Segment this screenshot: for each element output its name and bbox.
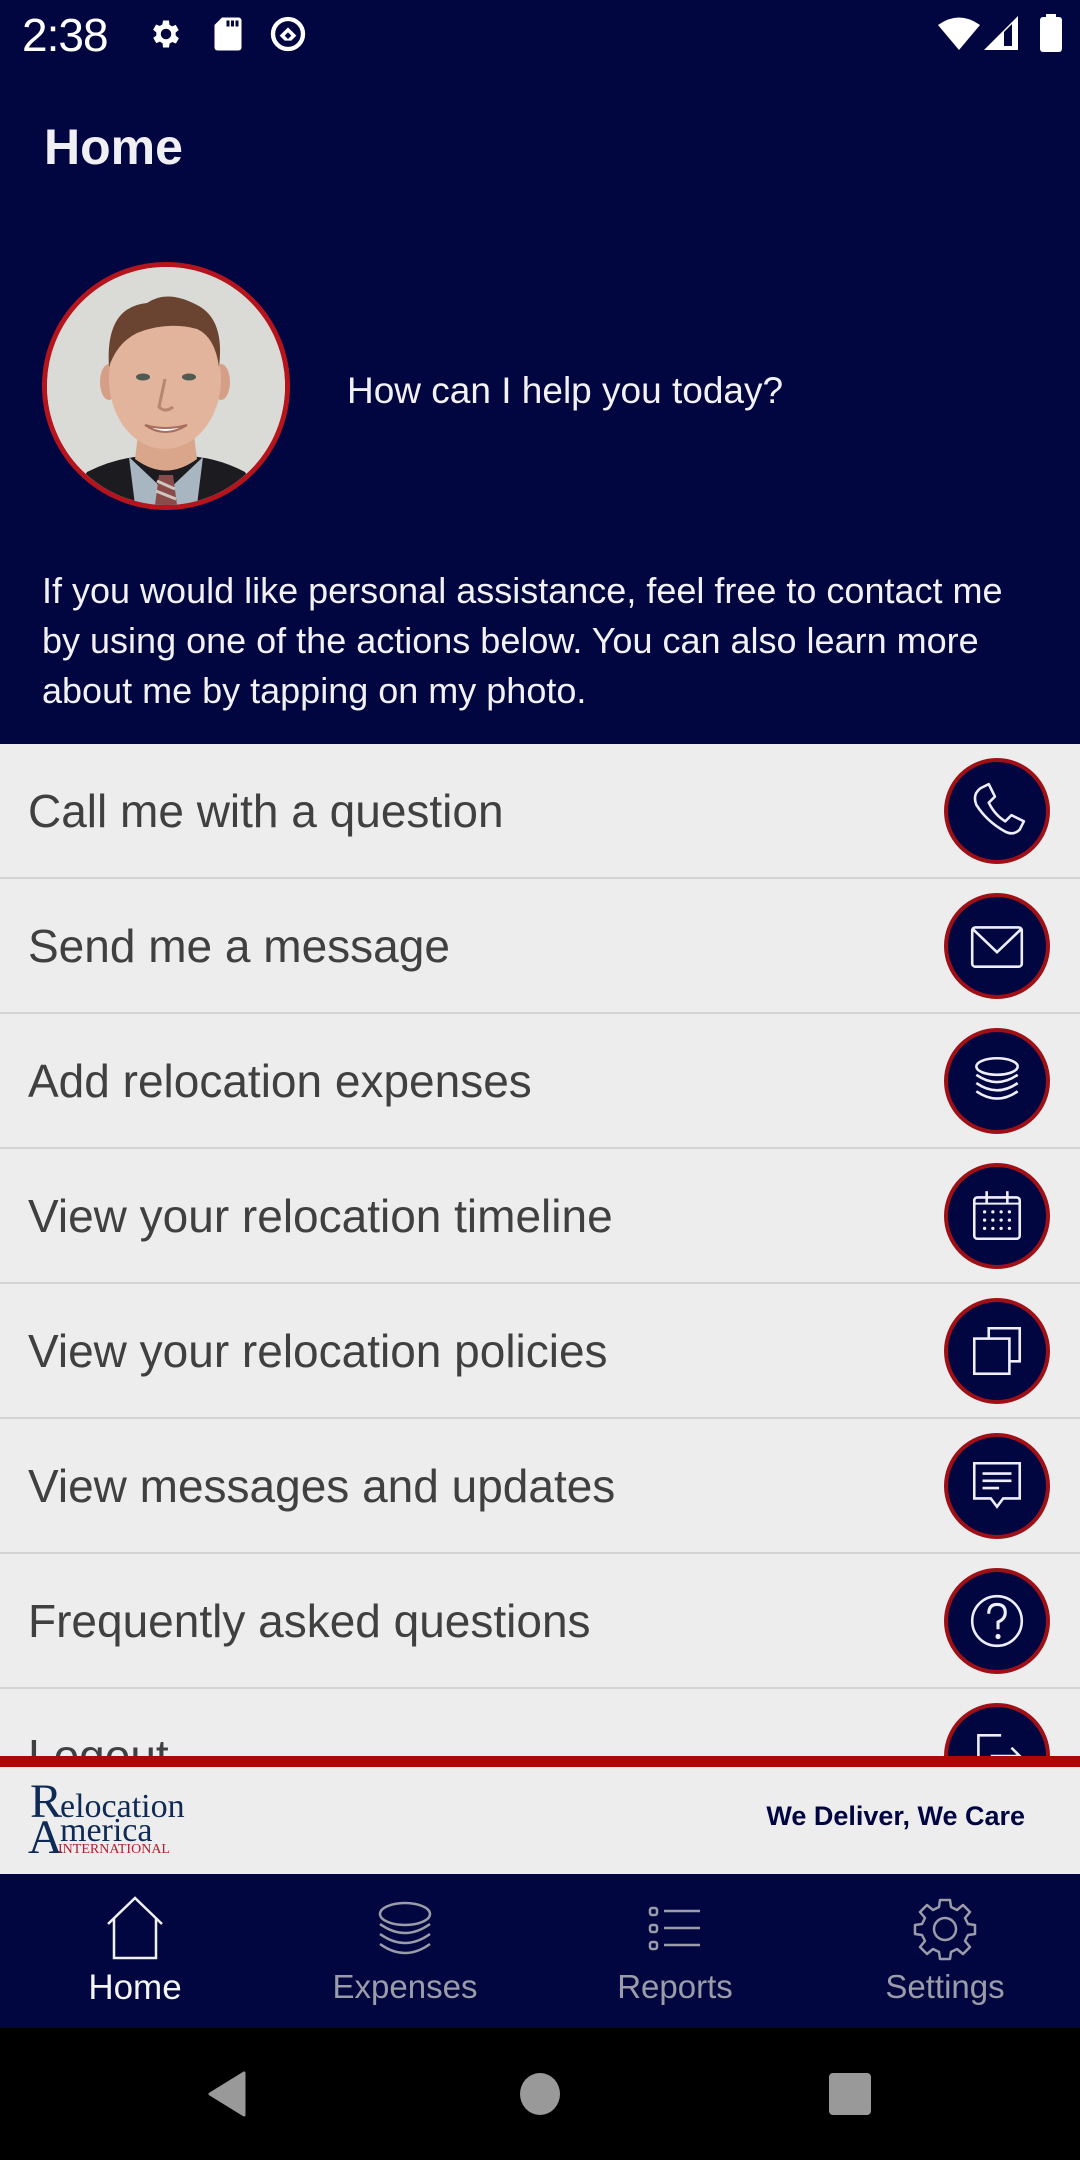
status-bar: 2:38 [0,0,1080,66]
back-button[interactable] [166,2028,286,2160]
nav-home[interactable]: Home [0,1874,270,2028]
sd-card-icon [212,16,244,57]
timeline-button[interactable] [944,1162,1050,1269]
action-label: Call me with a question [28,784,504,837]
calendar-icon [972,1190,1022,1240]
action-logout[interactable]: Logout [0,1689,1080,1758]
page-title: Home [44,119,183,175]
action-call[interactable]: Call me with a question [0,744,1080,879]
phone-icon [973,782,1026,835]
policies-button[interactable] [944,1297,1050,1404]
action-label: Add relocation expenses [28,1054,532,1107]
advisor-avatar[interactable] [42,262,290,510]
nav-label: Expenses [332,1968,478,2005]
home-circle-icon [520,2073,560,2115]
accent-divider [0,1756,1080,1767]
system-nav-bar [0,2028,1080,2160]
back-icon [208,2071,246,2117]
call-button[interactable] [944,757,1050,864]
coin-stack-icon [975,1056,1019,1100]
home-system-button[interactable] [480,2028,600,2160]
list-icon [648,1906,700,1951]
action-label: Logout [28,1729,169,1759]
action-label: View messages and updates [28,1459,616,1512]
wifi-icon [938,16,980,55]
updates-button[interactable] [944,1432,1050,1539]
action-expenses[interactable]: Add relocation expenses [0,1014,1080,1149]
gear-icon [148,16,184,57]
nav-label: Home [88,1968,182,2007]
status-time: 2:38 [22,9,109,61]
nav-label: Settings [885,1968,1005,2005]
home-icon [107,1896,163,1960]
nav-settings[interactable]: Settings [810,1874,1080,2028]
tagline: We Deliver, We Care [766,1801,1025,1831]
advisor-header: Home How can I help you today? If you wo… [0,66,1080,744]
action-label: View your relocation timeline [28,1189,613,1242]
action-label: View your relocation policies [28,1324,608,1377]
advisor-photo [47,267,285,505]
message-icon [972,1461,1022,1509]
message-button[interactable] [944,892,1050,999]
battery-icon [1040,14,1062,57]
help-prompt: How can I help you today? [347,370,784,411]
cell-signal-icon [984,16,1020,57]
brand-band: R elocation A merica INTERNATIONAL We De… [0,1767,1080,1874]
envelope-icon [970,925,1024,968]
action-faq[interactable]: Frequently asked questions [0,1554,1080,1689]
expenses-button[interactable] [944,1027,1050,1134]
question-icon [970,1594,1024,1647]
recents-button[interactable] [790,2028,910,2160]
logout-button[interactable] [944,1702,1050,1758]
gear-outline-icon [913,1898,977,1961]
intro-text: If you would like personal assistance, f… [42,570,1003,711]
logout-icon [977,1733,1022,1758]
vpn-key-icon [268,14,308,59]
nav-reports[interactable]: Reports [540,1874,810,2028]
nav-expenses[interactable]: Expenses [270,1874,540,2028]
logo-line3: INTERNATIONAL [58,1842,170,1857]
action-updates[interactable]: View messages and updates [0,1419,1080,1554]
documents-icon [972,1326,1022,1375]
action-label: Frequently asked questions [28,1594,591,1647]
action-policies[interactable]: View your relocation policies [0,1284,1080,1419]
action-list: Call me with a question Send me a messag… [0,744,1080,1758]
action-message[interactable]: Send me a message [0,879,1080,1014]
bottom-nav: Home Expenses Reports Settings [0,1874,1080,2028]
coin-stack-icon [378,1901,432,1955]
action-timeline[interactable]: View your relocation timeline [0,1149,1080,1284]
company-logo: R elocation A merica INTERNATIONAL [28,1775,185,1864]
action-label: Send me a message [28,919,450,972]
faq-button[interactable] [944,1567,1050,1674]
nav-label: Reports [617,1968,733,2005]
recents-icon [829,2073,871,2115]
